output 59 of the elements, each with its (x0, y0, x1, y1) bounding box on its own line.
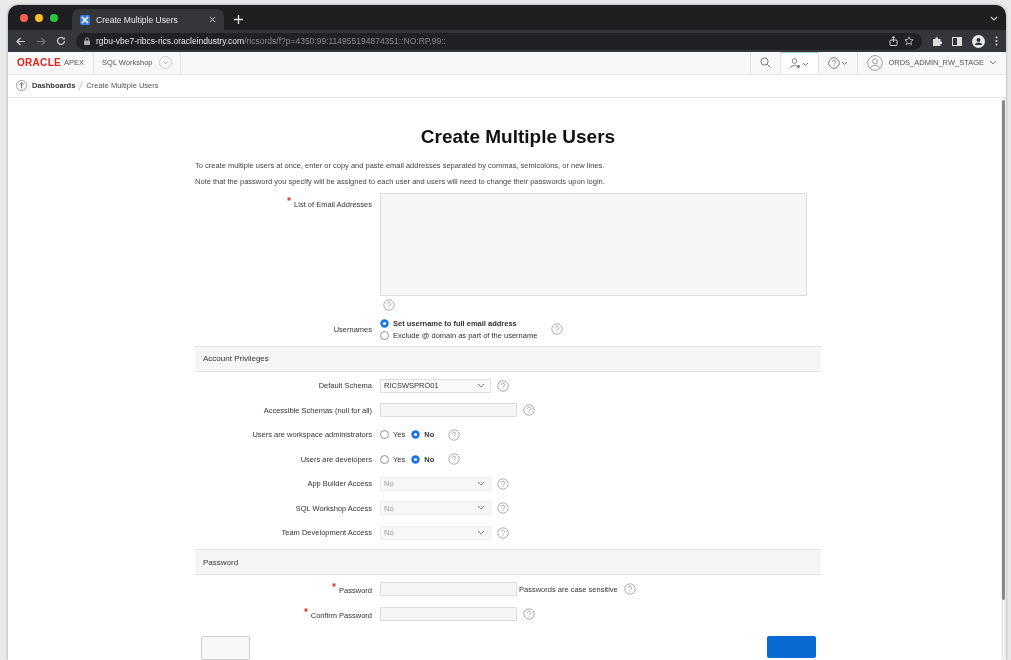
help-menu-icon[interactable] (828, 56, 849, 69)
address-bar[interactable]: rgbu-vbe7-ribcs-rics.oracleindustry.com/ricsords/f?p=4350:99:114955194874351::NO:RP,99:: (76, 32, 922, 50)
help-icon[interactable] (497, 502, 509, 515)
app-favicon-icon (80, 14, 90, 25)
radio-button[interactable] (380, 330, 389, 340)
new-tab-icon[interactable] (234, 15, 243, 24)
help-icon[interactable] (523, 607, 535, 620)
textarea-field[interactable] (380, 193, 807, 296)
share-icon[interactable] (889, 36, 898, 46)
radio-button[interactable] (380, 318, 389, 328)
text-field[interactable] (380, 403, 517, 418)
chevron-down-icon (477, 505, 485, 512)
radio-button[interactable] (411, 430, 421, 440)
user-avatar-icon (867, 54, 884, 71)
chevron-down-icon (477, 480, 485, 487)
page-title: Create Multiple Users (419, 126, 617, 148)
section-header: Password (195, 549, 821, 575)
maximize-button[interactable] (50, 13, 58, 22)
brand-logo: ORACLE (17, 57, 62, 69)
forward-icon[interactable] (36, 36, 46, 46)
password-field[interactable] (380, 606, 517, 621)
password-field[interactable] (380, 582, 517, 597)
back-icon[interactable] (16, 36, 26, 46)
search-icon[interactable] (760, 57, 772, 69)
lock-icon (84, 37, 90, 45)
help-icon[interactable] (523, 404, 535, 417)
help-icon[interactable] (551, 323, 564, 336)
close-icon[interactable] (209, 16, 216, 23)
tab-title: Create Multiple Users (96, 14, 179, 25)
chevron-down-icon[interactable] (990, 16, 998, 22)
browser-tab[interactable]: Create Multiple Users (72, 9, 224, 30)
radio-button[interactable] (411, 454, 421, 464)
help-icon[interactable] (383, 299, 395, 311)
help-icon[interactable] (448, 428, 461, 441)
help-icon[interactable] (497, 379, 509, 392)
cancel-button[interactable] (201, 636, 250, 660)
chevron-down-icon (158, 56, 172, 70)
section-header: Account Privileges (195, 345, 821, 372)
chevron-down-icon (477, 529, 485, 536)
scrollbar[interactable] (1001, 98, 1006, 660)
profile-icon[interactable] (972, 34, 985, 48)
sidebar-icon[interactable] (952, 36, 962, 46)
url-text: rgbu-vbe7-ribcs-rics.oracleindustry.com/ricsords/f?p=4350:99:114955194874351::NO:RP,99:: (96, 36, 446, 46)
radio-button[interactable] (380, 454, 389, 464)
chevron-down-icon (989, 59, 997, 66)
more-icon[interactable] (995, 36, 998, 46)
help-icon[interactable] (623, 583, 636, 596)
up-arrow-icon[interactable] (16, 80, 27, 92)
close-button[interactable] (20, 13, 28, 22)
help-icon[interactable] (497, 526, 509, 539)
user-settings-icon[interactable] (790, 57, 810, 69)
star-icon[interactable] (904, 36, 914, 46)
help-icon[interactable] (497, 477, 509, 490)
radio-button[interactable] (380, 430, 389, 440)
minimize-button[interactable] (35, 13, 43, 22)
reload-icon[interactable] (56, 36, 66, 46)
puzzle-icon[interactable] (932, 36, 942, 46)
help-icon[interactable] (448, 453, 461, 466)
chevron-down-icon (477, 382, 485, 389)
